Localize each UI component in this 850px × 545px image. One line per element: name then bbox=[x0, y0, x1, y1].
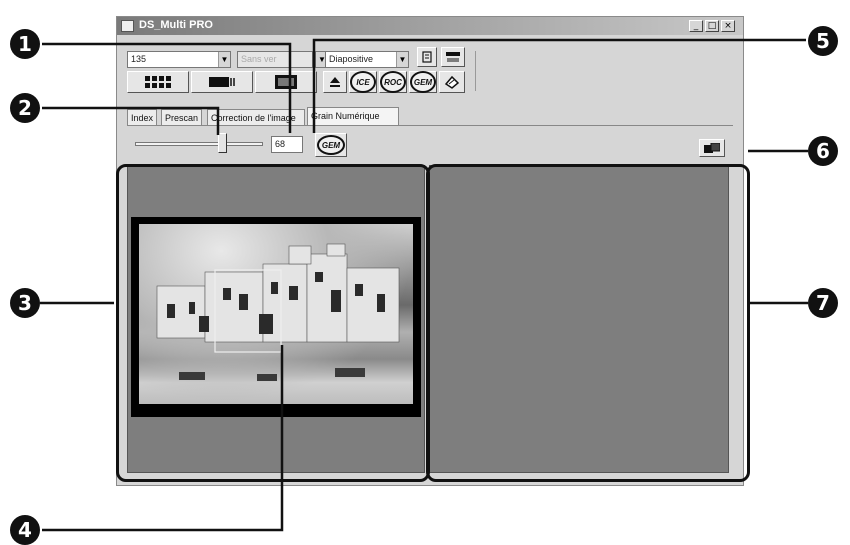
callout-6: 6 bbox=[808, 136, 838, 166]
left-pane-bracket bbox=[116, 164, 430, 482]
right-pane-bracket bbox=[426, 164, 750, 482]
callout-7: 7 bbox=[808, 288, 838, 318]
callout-3: 3 bbox=[10, 288, 40, 318]
callout-2: 2 bbox=[10, 93, 40, 123]
callout-5: 5 bbox=[808, 26, 838, 56]
callout-1: 1 bbox=[10, 29, 40, 59]
callout-4: 4 bbox=[10, 515, 40, 545]
